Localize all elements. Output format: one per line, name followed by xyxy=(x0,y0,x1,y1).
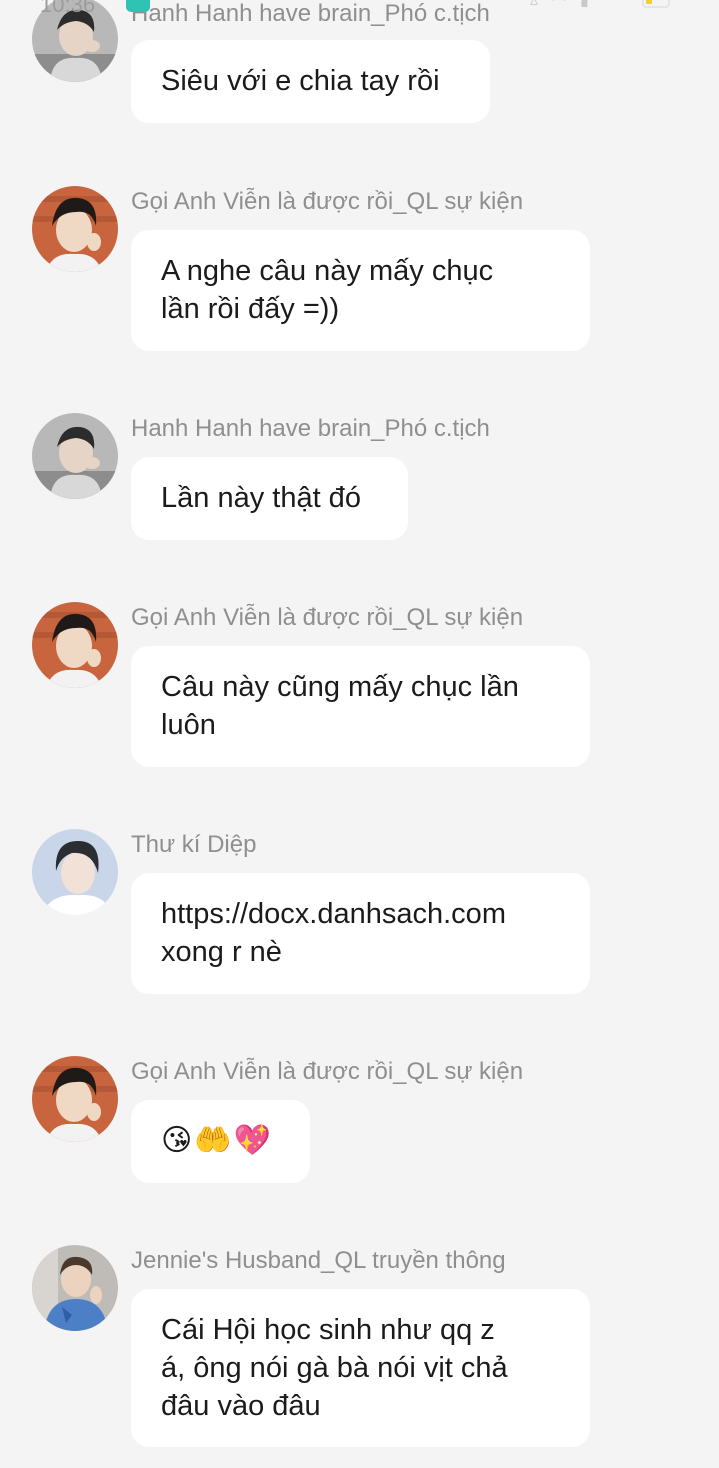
message-text: Siêu với e chia tay rồi xyxy=(161,65,440,97)
avatar[interactable] xyxy=(32,1056,118,1142)
message-text: Câu này cũng mấy chục lần xyxy=(161,671,519,703)
message-text: á, ông nói gà bà nói vịt chả xyxy=(161,1352,508,1384)
emoji-message: 😘🤲💖 xyxy=(161,1123,273,1158)
message-bubble[interactable]: Câu này cũng mấy chục lần luôn xyxy=(131,646,590,767)
message-bubble[interactable]: https://docx.danhsach.com xong r nè xyxy=(131,873,590,994)
sender-name: Thư kí Diệp xyxy=(131,831,257,858)
sender-name: Gọi Anh Viễn là được rồi_QL sự kiện xyxy=(131,1058,524,1085)
message-text: Cái Hội học sinh như qq z xyxy=(161,1314,495,1346)
avatar[interactable] xyxy=(32,186,118,272)
sender-name: Gọi Anh Viễn là được rồi_QL sự kiện xyxy=(131,188,524,215)
sender-name: Hanh Hanh have brain_Phó c.tịch xyxy=(131,415,490,442)
message-text: đâu vào đâu xyxy=(161,1390,321,1422)
message-text: https://docx.danhsach.com xyxy=(161,898,506,930)
message-bubble[interactable]: Cái Hội học sinh như qq z á, ông nói gà … xyxy=(131,1289,590,1447)
status-bar: 10:36 ▵◠▮ xyxy=(0,0,719,22)
avatar[interactable] xyxy=(32,602,118,688)
message-text: xong r nè xyxy=(161,936,282,968)
avatar[interactable] xyxy=(32,829,118,915)
status-time: 10:36 xyxy=(40,0,96,17)
message-text: Lần này thật đó xyxy=(161,482,361,514)
avatar[interactable] xyxy=(32,1245,118,1331)
message-text: A nghe câu này mấy chục xyxy=(161,255,494,287)
message-bubble[interactable]: Siêu với e chia tay rồi xyxy=(131,40,490,123)
notification-icon xyxy=(126,0,150,12)
sender-name: Gọi Anh Viễn là được rồi_QL sự kiện xyxy=(131,604,524,631)
battery-icon xyxy=(642,0,670,8)
signal-wifi-icon: ▵◠▮ xyxy=(530,0,603,9)
avatar[interactable] xyxy=(32,413,118,499)
message-bubble[interactable]: Lần này thật đó xyxy=(131,457,408,540)
sender-name: Jennie's Husband_QL truyền thông xyxy=(131,1247,506,1274)
message-bubble[interactable]: 😘🤲💖 xyxy=(131,1100,310,1183)
message-text: lần rồi đấy =)) xyxy=(161,293,340,325)
message-text: luôn xyxy=(161,709,216,741)
message-bubble[interactable]: A nghe câu này mấy chục lần rồi đấy =)) xyxy=(131,230,590,351)
